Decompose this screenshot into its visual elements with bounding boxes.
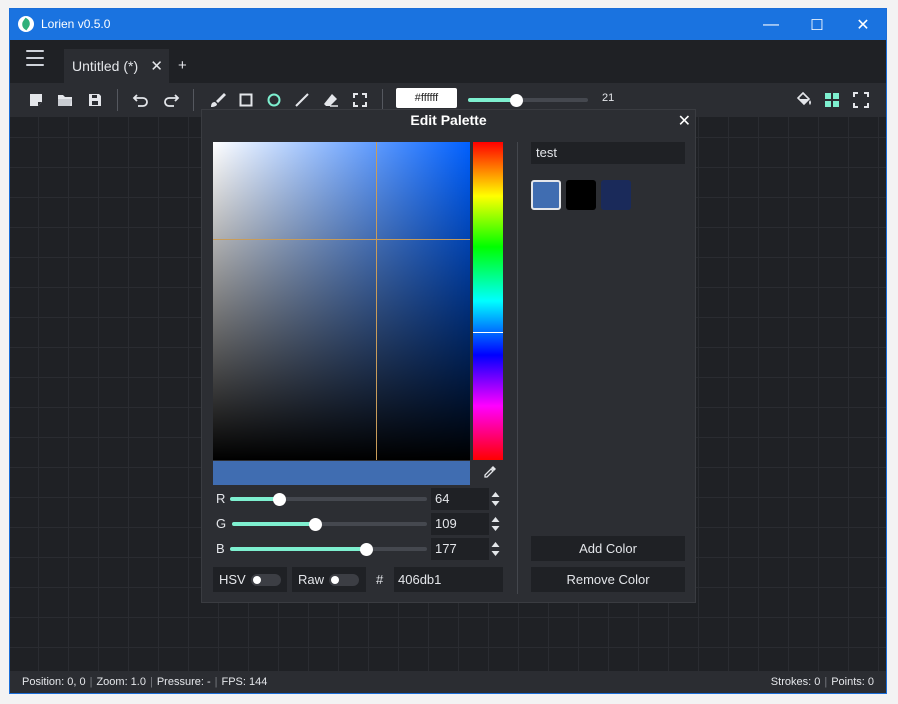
hsv-label: HSV <box>219 572 246 587</box>
brush-size-value: 21 <box>602 92 615 104</box>
save-icon[interactable] <box>86 91 104 109</box>
brush-color-button[interactable]: #ffffff <box>396 88 457 108</box>
dialog-close-icon[interactable]: ✕ <box>678 111 691 131</box>
hue-slider[interactable] <box>473 142 503 460</box>
status-fps: FPS: 144 <box>221 676 268 688</box>
line-tool-icon[interactable] <box>293 91 311 109</box>
fullscreen-icon[interactable] <box>852 91 870 109</box>
brush-size-slider[interactable] <box>468 93 588 107</box>
app-window: Lorien v0.5.0 — ☐ ✕ Untitled (*) ✕ + #ff… <box>9 8 887 694</box>
brush-size-knob[interactable] <box>509 93 523 107</box>
blue-slider-fill <box>230 547 367 551</box>
minimize-button[interactable]: — <box>748 9 794 40</box>
undo-icon[interactable] <box>132 91 150 109</box>
blue-slider[interactable] <box>230 542 427 556</box>
selection-tool-icon[interactable] <box>351 91 369 109</box>
green-spin-icon[interactable] <box>491 514 500 534</box>
new-file-icon[interactable] <box>27 91 45 109</box>
green-value-input[interactable]: 109 <box>431 513 489 535</box>
status-divider: | <box>89 676 93 688</box>
status-divider: | <box>214 676 218 688</box>
redo-icon[interactable] <box>162 91 180 109</box>
green-slider-fill <box>232 522 316 526</box>
raw-toggle-group[interactable]: Raw <box>292 567 366 592</box>
status-bar: Position: 0, 0 | Zoom: 1.0 | Pressure: - | FPS… <box>10 671 886 693</box>
red-channel-row: R 64 <box>213 488 503 510</box>
fill-bucket-icon[interactable] <box>795 91 813 109</box>
tab-untitled[interactable]: Untitled (*) ✕ <box>64 49 169 83</box>
status-pressure: Pressure: - <box>156 676 211 688</box>
green-slider-knob[interactable] <box>308 517 322 531</box>
picker-crosshair-vertical <box>376 142 377 460</box>
app-logo-icon <box>18 16 34 32</box>
eraser-icon[interactable] <box>322 91 340 109</box>
brush-icon[interactable] <box>208 91 226 109</box>
dialog-title: Edit Palette <box>410 112 487 128</box>
hue-marker <box>473 332 503 333</box>
red-spin-icon[interactable] <box>491 489 500 509</box>
blue-slider-knob[interactable] <box>360 542 374 556</box>
blue-value-input[interactable]: 177 <box>431 538 489 560</box>
hsv-toggle-group[interactable]: HSV <box>213 567 287 592</box>
picker-crosshair-horizontal <box>213 239 470 240</box>
raw-toggle[interactable] <box>329 574 359 586</box>
raw-label: Raw <box>298 572 325 587</box>
status-divider: | <box>149 676 153 688</box>
green-slider[interactable] <box>232 517 427 531</box>
new-tab-button[interactable]: + <box>178 57 187 74</box>
red-label: R <box>216 491 226 506</box>
palette-swatch[interactable] <box>566 180 596 210</box>
status-strokes: Strokes: 0 <box>770 676 821 688</box>
hex-input[interactable]: 406db1 <box>394 567 503 592</box>
hex-hash-label: # <box>376 572 384 587</box>
add-color-button[interactable]: Add Color <box>531 536 685 561</box>
status-zoom: Zoom: 1.0 <box>96 676 146 688</box>
menu-icon[interactable] <box>26 50 44 66</box>
palette-swatch[interactable] <box>531 180 561 210</box>
status-divider: | <box>824 676 828 688</box>
rectangle-tool-icon[interactable] <box>237 91 255 109</box>
hsv-toggle[interactable] <box>251 574 281 586</box>
red-slider-knob[interactable] <box>272 492 286 506</box>
circle-tool-icon[interactable] <box>265 91 283 109</box>
blue-channel-row: B 177 <box>213 538 503 560</box>
maximize-button[interactable]: ☐ <box>794 9 840 40</box>
blue-spin-icon[interactable] <box>491 539 500 559</box>
red-slider[interactable] <box>230 492 427 506</box>
tab-bar: Untitled (*) ✕ + <box>10 40 886 83</box>
remove-color-button[interactable]: Remove Color <box>531 567 685 592</box>
blue-label: B <box>216 541 225 556</box>
brush-size-fill <box>468 98 516 102</box>
edit-palette-dialog: Edit Palette ✕ R 64 G 109 B 177 HSV Raw … <box>201 109 696 603</box>
open-folder-icon[interactable] <box>56 91 74 109</box>
toolbar-divider <box>382 89 383 111</box>
tab-close-icon[interactable]: ✕ <box>150 57 163 75</box>
green-label: G <box>216 516 227 531</box>
color-preview <box>213 461 470 485</box>
title-bar: Lorien v0.5.0 — ☐ ✕ <box>10 9 886 40</box>
toolbar-divider <box>117 89 118 111</box>
close-button[interactable]: ✕ <box>840 9 886 40</box>
grid-icon[interactable] <box>823 91 841 109</box>
palette-name-input[interactable]: test <box>531 142 685 164</box>
toolbar-divider <box>193 89 194 111</box>
green-channel-row: G 109 <box>213 513 503 535</box>
window-title: Lorien v0.5.0 <box>41 17 111 31</box>
status-points: Points: 0 <box>831 676 874 688</box>
status-position: Position: 0, 0 <box>22 676 86 688</box>
dialog-divider <box>517 142 518 594</box>
red-value-input[interactable]: 64 <box>431 488 489 510</box>
eyedropper-icon[interactable] <box>482 464 498 480</box>
saturation-value-picker[interactable] <box>213 142 470 460</box>
tab-label: Untitled (*) <box>72 58 139 74</box>
palette-swatch[interactable] <box>601 180 631 210</box>
